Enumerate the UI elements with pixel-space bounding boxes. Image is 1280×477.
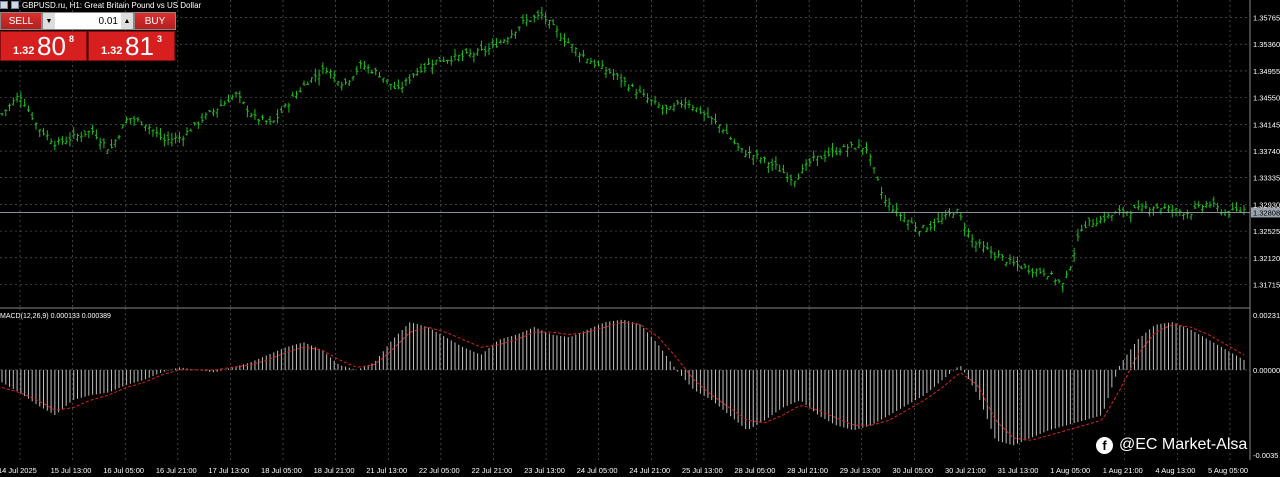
watermark: f @EC Market-Alsa: [1096, 436, 1247, 454]
time-tick-label: 29 Jul 13:00: [840, 466, 881, 475]
price-tick-label: 1.33740: [1253, 147, 1280, 156]
price-series: [0, 6, 1246, 293]
buy-quote-pips: 81: [125, 31, 154, 61]
price-tick-label: 1.35765: [1253, 14, 1280, 23]
macd-signal-line: [1, 321, 1245, 441]
symbol-title: GBPUSD.ru, H1: Great Britain Pound vs US…: [22, 0, 202, 10]
time-tick-label: 16 Jul 21:00: [156, 466, 197, 475]
one-click-trading-panel: SELL ▼ ▲ BUY 1.32 80 8 1.32 81 3: [0, 12, 178, 62]
time-tick-label: 24 Jul 21:00: [629, 466, 670, 475]
sell-quote[interactable]: 1.32 80 8: [0, 31, 87, 61]
sell-quote-pips: 80: [37, 31, 66, 61]
price-tick-label: 1.33335: [1253, 174, 1280, 183]
time-tick-label: 18 Jul 05:00: [261, 466, 302, 475]
time-tick-label: 28 Jul 21:00: [787, 466, 828, 475]
lot-stepper[interactable]: ▼ ▲: [42, 12, 134, 30]
price-tick-label: 1.31715: [1253, 281, 1280, 290]
time-axis: 14 Jul 2025 15 Jul 13:00 16 Jul 05:00 16 Ju…: [0, 466, 1248, 475]
watermark-text: @EC Market-Alsa: [1119, 436, 1248, 453]
facebook-icon: f: [1096, 436, 1113, 454]
macd-axis: 0.00231 0.00000 -0.0035: [1253, 311, 1280, 460]
time-tick-label: 21 Jul 13:00: [366, 466, 407, 475]
sell-quote-prefix: 1.32: [13, 45, 35, 57]
time-tick-label: 1 Aug 21:00: [1103, 466, 1143, 475]
price-grid: [0, 0, 1250, 308]
price-tick-label: 1.34955: [1253, 67, 1280, 76]
lot-size-input[interactable]: [55, 13, 121, 29]
price-tick-label: 1.34145: [1253, 120, 1280, 129]
symbol-menu-icon[interactable]: [11, 1, 19, 9]
time-tick-label: 30 Jul 21:00: [945, 466, 986, 475]
buy-quote-prefix: 1.32: [101, 45, 123, 57]
time-tick-label: 18 Jul 21:00: [314, 466, 355, 475]
buy-button[interactable]: BUY: [134, 12, 176, 30]
macd-tick-label: 0.00000: [1253, 366, 1280, 375]
buy-quote-fraction: 3: [157, 34, 163, 44]
time-tick-label: 31 Jul 13:00: [998, 466, 1039, 475]
sell-button[interactable]: SELL: [0, 12, 42, 30]
macd-tick-label: -0.0035: [1253, 451, 1278, 460]
price-tick-label: 1.34550: [1253, 94, 1280, 103]
macd-tick-label: 0.00231: [1253, 311, 1280, 320]
chart-header: GBPUSD.ru, H1: Great Britain Pound vs US…: [0, 0, 201, 10]
chart-canvas[interactable]: 1.35765 1.35360 1.34955 1.34550 1.34145 1.337…: [0, 0, 1280, 477]
current-price-label: 1.32808: [1253, 208, 1280, 217]
time-tick-label: 25 Jul 13:00: [682, 466, 723, 475]
time-tick-label: 14 Jul 2025: [0, 466, 37, 475]
lot-decrease-icon[interactable]: ▼: [43, 13, 55, 29]
time-tick-label: 28 Jul 05:00: [735, 466, 776, 475]
time-tick-label: 30 Jul 05:00: [892, 466, 933, 475]
time-tick-label: 22 Jul 05:00: [419, 466, 460, 475]
time-tick-label: 23 Jul 13:00: [524, 466, 565, 475]
macd-label: MACD(12,26,9) 0.000133 0.000389: [0, 313, 111, 320]
time-tick-label: 15 Jul 13:00: [51, 466, 92, 475]
chart-window-icon[interactable]: [0, 1, 8, 9]
time-tick-label: 17 Jul 13:00: [208, 466, 249, 475]
price-axis: 1.35765 1.35360 1.34955 1.34550 1.34145 1.337…: [0, 14, 1280, 290]
price-tick-label: 1.32525: [1253, 227, 1280, 236]
time-tick-label: 24 Jul 05:00: [577, 466, 618, 475]
time-tick-label: 16 Jul 05:00: [103, 466, 144, 475]
time-tick-label: 5 Aug 05:00: [1208, 466, 1248, 475]
price-tick-label: 1.32120: [1253, 254, 1280, 263]
macd-histogram: [1, 319, 1245, 446]
time-tick-label: 1 Aug 05:00: [1050, 466, 1090, 475]
price-tick-label: 1.35360: [1253, 40, 1280, 49]
sell-quote-fraction: 8: [69, 34, 75, 44]
time-tick-label: 4 Aug 13:00: [1155, 466, 1195, 475]
time-tick-label: 22 Jul 21:00: [471, 466, 512, 475]
buy-quote[interactable]: 1.32 81 3: [88, 31, 175, 61]
lot-increase-icon[interactable]: ▲: [121, 13, 133, 29]
